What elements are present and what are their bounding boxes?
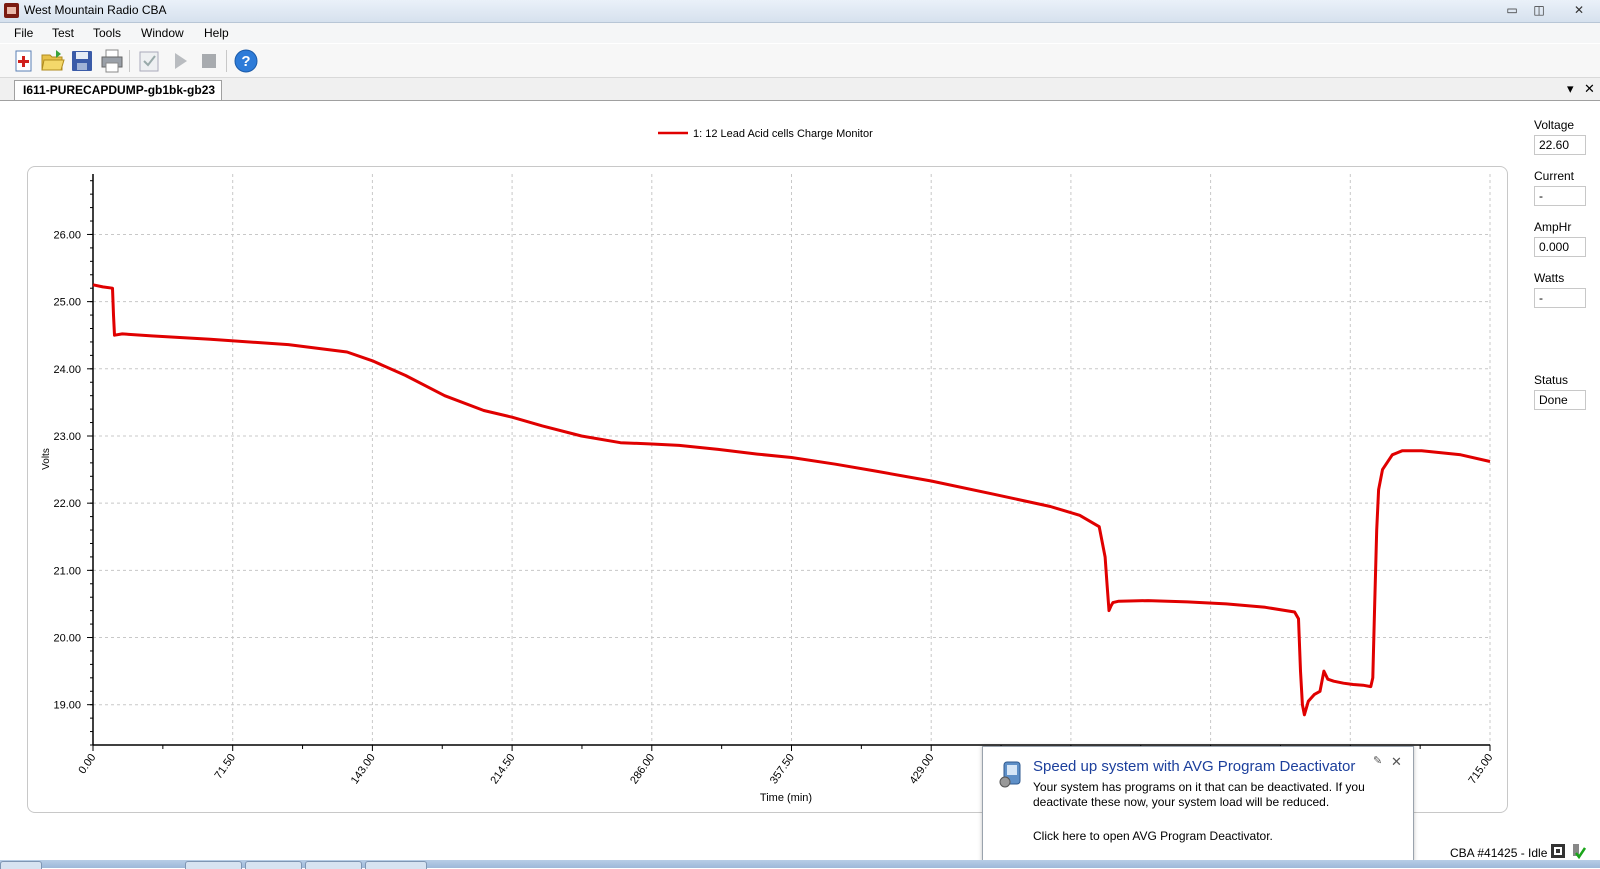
current-value-field: - <box>1534 186 1586 206</box>
watts-label: Watts <box>1534 271 1565 285</box>
x-tick-label: 429.00 <box>908 752 937 786</box>
x-tick-label: 715.00 <box>1466 752 1495 786</box>
x-tick-label: 0.00 <box>76 752 98 776</box>
x-tick-label: 71.50 <box>213 752 239 781</box>
chart-ticks: 19.00 20.00 21.00 22.00 23.00 24.00 25.00 26.00… <box>53 180 1495 786</box>
watts-value-field: - <box>1534 288 1586 308</box>
x-tick-label: 214.50 <box>488 752 517 786</box>
x-axis-label: Time (min) <box>760 792 812 804</box>
y-tick-label: 24.00 <box>53 364 81 376</box>
y-tick-label: 19.00 <box>53 700 81 712</box>
notification-close-icon[interactable]: ✕ <box>1391 754 1402 770</box>
avg-deactivator-icon <box>999 761 1021 788</box>
amphr-value-field: 0.000 <box>1534 237 1586 257</box>
notification-link[interactable]: Click here to open AVG Program Deactivat… <box>1033 829 1273 843</box>
voltage-value-field: 22.60 <box>1534 135 1586 155</box>
voltage-label: Voltage <box>1534 118 1575 132</box>
amphr-label: AmpHr <box>1534 220 1572 234</box>
status-label: Status <box>1534 373 1569 387</box>
x-tick-label: 357.50 <box>768 752 797 786</box>
notification-title[interactable]: Speed up system with AVG Program Deactiv… <box>1033 758 1355 775</box>
x-tick-label: 286.00 <box>628 752 657 786</box>
pin-icon[interactable]: ✎ <box>1373 754 1382 767</box>
status-bar-text: CBA #41425 - Idle <box>1450 846 1548 860</box>
y-tick-label: 26.00 <box>53 229 81 241</box>
y-tick-label: 20.00 <box>53 633 81 645</box>
chart-grid <box>93 174 1491 745</box>
x-tick-label: 143.00 <box>349 752 378 786</box>
y-tick-label: 23.00 <box>53 431 81 443</box>
current-label: Current <box>1534 169 1575 183</box>
notification-body: Your system has programs on it that can … <box>1033 780 1365 809</box>
device-status-icon <box>1551 844 1565 858</box>
y-tick-label: 25.00 <box>53 297 81 309</box>
y-tick-label: 21.00 <box>53 565 81 577</box>
connected-check-icon <box>1573 844 1586 859</box>
avg-notification[interactable]: Speed up system with AVG Program Deactiv… <box>982 746 1414 862</box>
status-value-field: Done <box>1534 390 1586 410</box>
y-tick-label: 22.00 <box>53 498 81 510</box>
voltage-chart: 19.00 20.00 21.00 22.00 23.00 24.00 25.00 26.00… <box>41 128 1495 804</box>
chart-legend: 1: 12 Lead Acid cells Charge Monitor <box>658 128 873 140</box>
legend-label: 1: 12 Lead Acid cells Charge Monitor <box>693 128 873 140</box>
y-axis-label: Volts <box>41 448 52 470</box>
